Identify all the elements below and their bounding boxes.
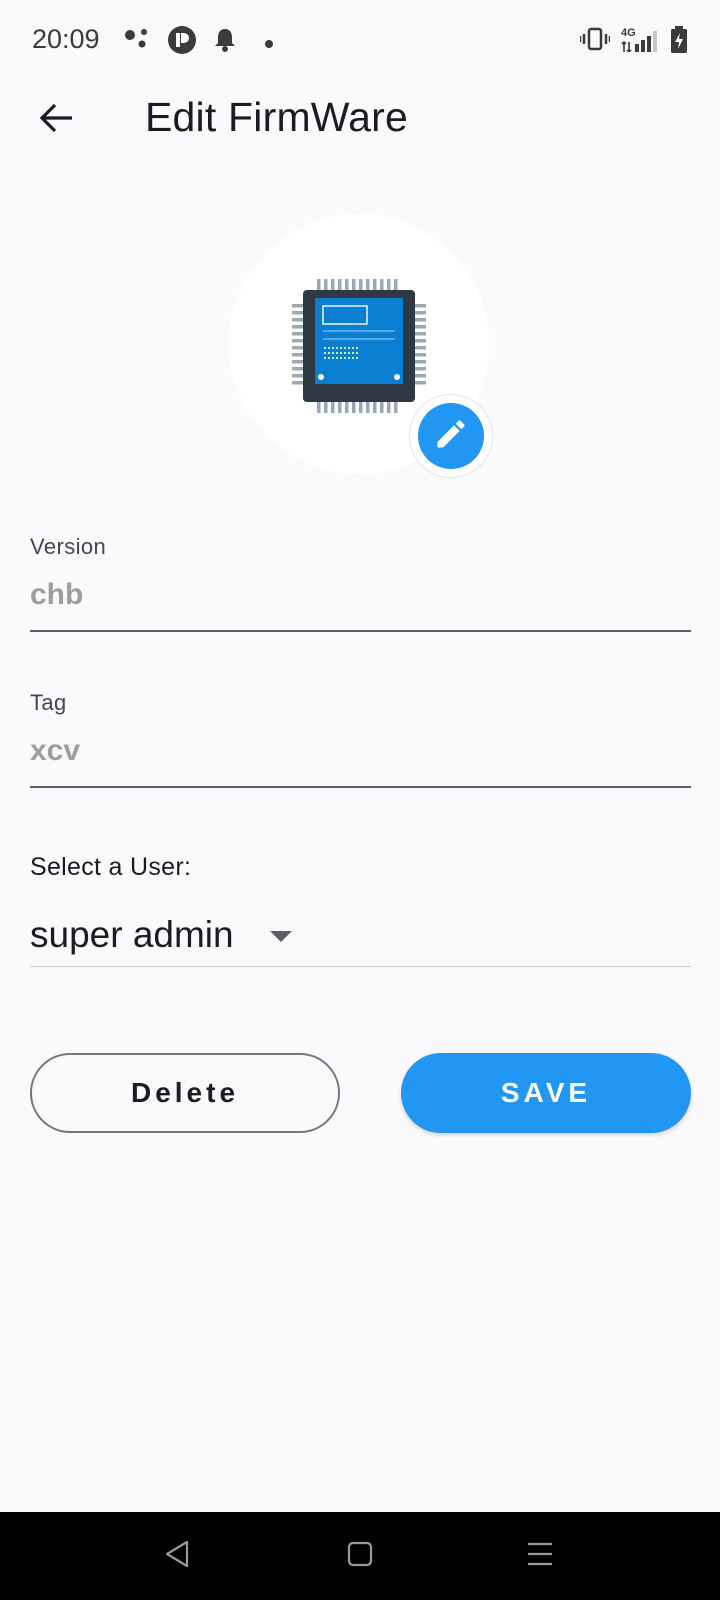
user-dropdown-value[interactable]: super admin <box>30 914 234 956</box>
signal-icon <box>620 28 660 57</box>
microchip-icon <box>292 279 426 413</box>
status-time: 20:09 <box>32 24 100 54</box>
user-dropdown-underline <box>30 966 691 967</box>
tag-input[interactable]: xcv <box>30 734 80 768</box>
version-field[interactable]: Version chb <box>30 534 691 634</box>
status-bar: 20:09 4G <box>0 0 720 80</box>
battery-charging-icon <box>670 26 688 59</box>
home-square-icon <box>347 1541 373 1572</box>
app-bar: Edit FirmWare <box>0 80 720 160</box>
nav-recents-button[interactable] <box>516 1532 564 1580</box>
user-dropdown[interactable]: super admin <box>30 900 691 968</box>
dot-icon <box>264 36 274 54</box>
pencil-icon <box>433 416 469 457</box>
edit-image-button[interactable] <box>409 394 493 478</box>
tag-label: Tag <box>30 690 67 715</box>
menu-lines-icon <box>526 1541 554 1572</box>
tag-field[interactable]: Tag xcv <box>30 690 691 790</box>
page-title: Edit FirmWare <box>145 94 409 140</box>
arrow-back-icon <box>38 102 74 139</box>
bell-icon <box>213 27 237 58</box>
assistant-dots-icon <box>124 27 152 56</box>
version-underline <box>30 630 691 632</box>
select-user-label: Select a User: <box>30 853 192 881</box>
tag-underline <box>30 786 691 788</box>
version-label: Version <box>30 534 107 559</box>
dropdown-arrow-icon[interactable] <box>270 930 292 948</box>
nav-home-button[interactable] <box>336 1532 384 1580</box>
version-input[interactable]: chb <box>30 578 83 612</box>
save-button[interactable]: SAVE <box>401 1053 691 1133</box>
back-triangle-icon <box>163 1539 191 1574</box>
delete-button[interactable]: Delete <box>30 1053 340 1133</box>
p-circle-icon <box>167 25 197 60</box>
back-button[interactable] <box>24 88 88 152</box>
vibrate-icon <box>579 27 611 56</box>
system-nav-bar <box>0 1512 720 1600</box>
nav-back-button[interactable] <box>153 1532 201 1580</box>
